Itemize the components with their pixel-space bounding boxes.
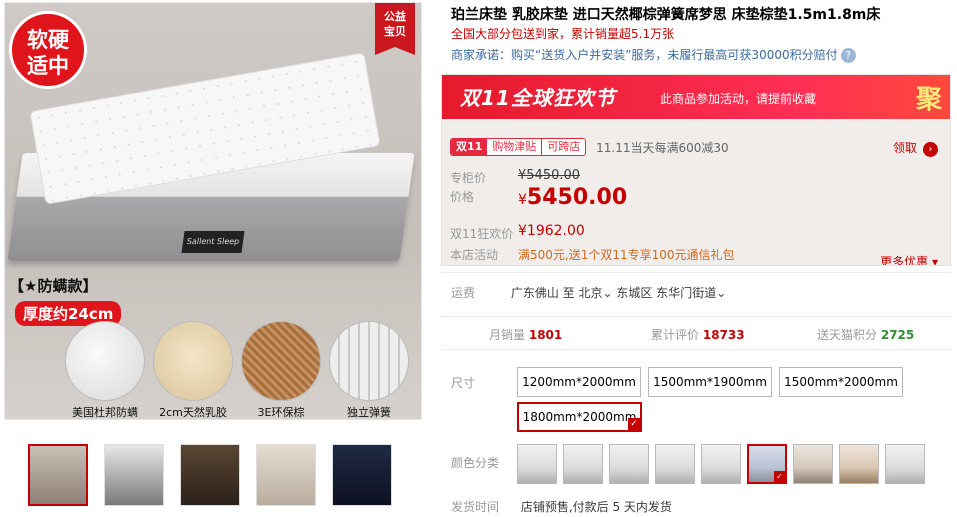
chevron-down-icon: ⌄ (716, 286, 727, 300)
size-option-1500x1900[interactable]: 1500mm*1900mm (648, 367, 772, 397)
dest-province-select[interactable]: 北京⌄ (579, 286, 613, 300)
product-title: 珀兰床垫 乳胶床垫 进口天然椰棕弹簧席梦思 床垫棕垫1.5m1.8m床 (451, 7, 881, 23)
price-label: 价格 (450, 190, 475, 204)
thumbnail-3[interactable] (180, 444, 240, 506)
thumbnail-1[interactable] (28, 444, 88, 506)
store-activity: 满500元,送1个双11专享100元通信礼包 (518, 248, 735, 262)
color-label: 颜色分类 (451, 456, 500, 470)
anti-mite-label: 【★防螨款】 (9, 277, 98, 295)
thumbnail-2[interactable] (104, 444, 164, 506)
shipping-row: 运费 广东佛山 至 北京⌄ 东城区 东华门街道⌄ (451, 286, 727, 300)
feature-item: 美国杜邦防螨 (63, 321, 147, 419)
color-swatch-7[interactable] (793, 444, 833, 484)
product-subtitle: 全国大部分包送到家，累计销量超5.1万张 (451, 27, 675, 41)
fabric-image (65, 321, 145, 401)
thumbnail-5[interactable] (332, 444, 392, 506)
color-swatch-2[interactable] (563, 444, 603, 484)
banner-text: 此商品参加活动，请提前收藏 (660, 92, 817, 106)
thumbnail-4[interactable] (256, 444, 316, 506)
list-price: ¥5450.00 (518, 168, 581, 183)
delivery-time-row: 发货时间 店铺预售,付款后 5 天内发货 (451, 500, 672, 514)
coir-image (241, 321, 321, 401)
chevron-down-icon: ⌄ (602, 286, 613, 300)
mattress-brand-label: Sallent Sleep (181, 231, 245, 253)
dest-street-select[interactable]: 东华门街道⌄ (656, 286, 726, 300)
sale-price-label: 双11狂欢价 (450, 227, 514, 241)
charity-badge[interactable]: 公益 宝贝 (375, 3, 415, 55)
size-option-1200x2000[interactable]: 1200mm*2000mm (517, 367, 641, 397)
feature-item: 3E环保棕 (239, 321, 323, 419)
price-panel: 双11全球狂欢节 此商品参加活动，请提前收藏 聚 双11 购物津贴 可跨店 11.1… (441, 74, 951, 266)
juhuasuan-logo: 聚 (915, 85, 942, 115)
sales-stats: 月销量 1801 累计评价 18733 送天猫积分 2725 (441, 316, 951, 350)
thumbnail-strip (28, 444, 408, 508)
review-count[interactable]: 累计评价 18733 (651, 326, 745, 343)
latex-image (153, 321, 233, 401)
color-swatch-3[interactable] (609, 444, 649, 484)
price: ¥5450.00 (518, 185, 628, 210)
color-swatch-6[interactable] (747, 444, 787, 484)
chevron-right-icon: › (923, 142, 938, 157)
size-option-1500x2000[interactable]: 1500mm*2000mm (779, 367, 903, 397)
size-option-1800x2000[interactable]: 1800mm*2000mm (517, 402, 642, 432)
color-swatch-4[interactable] (655, 444, 695, 484)
claim-button[interactable]: 领取 › (893, 139, 938, 157)
size-label: 尺寸 (451, 376, 476, 390)
color-swatch-9[interactable] (885, 444, 925, 484)
merchant-promise: 商家承诺：购买“送货入户并安装”服务，未履行最高可获30000积分赔付? (451, 46, 856, 63)
sale-price: ¥1962.00 (518, 223, 585, 239)
shipping-origin: 广东佛山 (510, 286, 559, 300)
double11-logo: 双11全球狂欢节 (460, 86, 616, 110)
list-price-label: 专柜价 (450, 171, 487, 185)
feature-item: 独立弹簧 (327, 321, 411, 419)
divider (441, 272, 951, 273)
monthly-sales: 月销量 1801 (489, 328, 563, 342)
dest-district-select[interactable]: 东城区 (616, 286, 652, 300)
coupon-text: 11.11当天每满600减30 (596, 140, 729, 155)
double11-banner[interactable]: 双11全球狂欢节 此商品参加活动，请提前收藏 聚 (442, 75, 950, 119)
main-product-image[interactable]: Sallent Sleep 软硬 适中 公益 宝贝 【★防螨款】 厚度约24cm… (4, 2, 422, 420)
feature-item: 2cm天然乳胶 (151, 321, 235, 419)
shopping-allowance-tag: 双11 购物津贴 可跨店 (450, 138, 587, 156)
firmness-badge: 软硬 适中 (9, 11, 87, 89)
spring-image (329, 321, 409, 401)
help-icon[interactable]: ? (840, 48, 856, 63)
delivery-time: 店铺预售,付款后 5 天内发货 (520, 500, 672, 514)
color-swatch-5[interactable] (701, 444, 741, 484)
coupon-row: 双11 购物津贴 可跨店 11.11当天每满600减30 (450, 138, 729, 158)
color-swatch-8[interactable] (839, 444, 879, 484)
tmall-points: 送天猫积分 2725 (817, 328, 915, 342)
store-activity-label: 本店活动 (450, 248, 499, 262)
more-offers-link[interactable]: 更多优惠 ▾ (880, 253, 938, 265)
color-swatch-1[interactable] (517, 444, 557, 484)
